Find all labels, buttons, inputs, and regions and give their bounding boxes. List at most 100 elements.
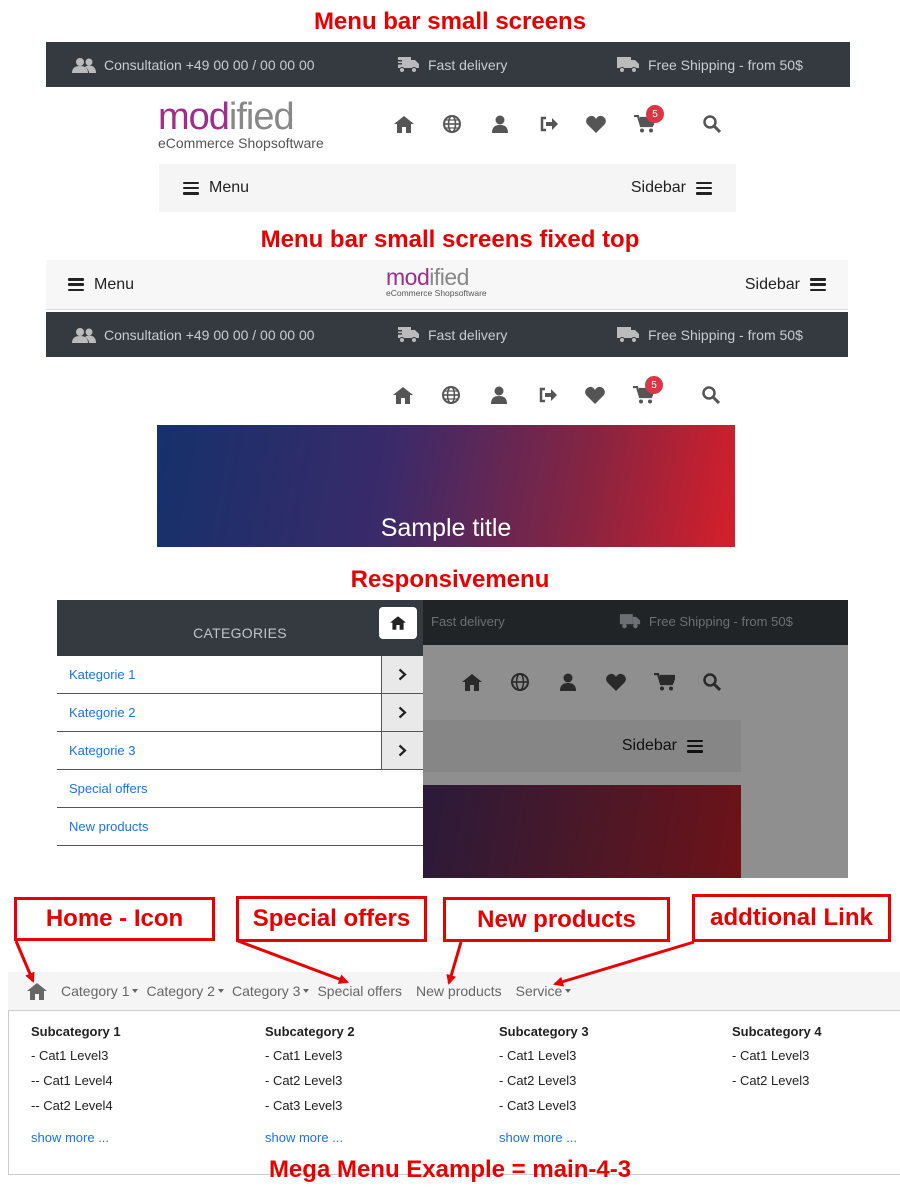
caret-down-icon bbox=[217, 989, 224, 993]
consultation-text: Consultation +49 00 00 / 00 00 00 bbox=[104, 56, 315, 73]
show-more-link[interactable]: show more ... bbox=[31, 1130, 121, 1145]
subcategory-link[interactable]: - Cat2 Level3 bbox=[732, 1073, 822, 1098]
subcategory-title[interactable]: Subcategory 2 bbox=[265, 1024, 355, 1039]
category-item[interactable]: Special offers bbox=[57, 770, 423, 808]
globe-icon bbox=[496, 673, 544, 691]
subcategory-link[interactable]: - Cat3 Level3 bbox=[265, 1098, 355, 1123]
heart-icon[interactable] bbox=[572, 115, 620, 133]
home-icon[interactable] bbox=[380, 115, 428, 133]
hamburger-icon bbox=[696, 181, 712, 195]
cart-icon[interactable]: 5 bbox=[620, 105, 668, 133]
logout-icon[interactable] bbox=[524, 116, 572, 132]
subcategory-link[interactable]: -- Cat1 Level4 bbox=[31, 1073, 121, 1098]
caret-down-icon bbox=[565, 989, 572, 993]
truck-icon bbox=[616, 56, 640, 73]
fast-delivery-text: Fast delivery bbox=[428, 56, 508, 73]
search-icon bbox=[688, 673, 736, 691]
caret-down-icon bbox=[132, 989, 139, 993]
fast-delivery-text: Fast delivery bbox=[431, 614, 505, 629]
search-icon[interactable] bbox=[687, 386, 735, 404]
logout-icon[interactable] bbox=[523, 387, 571, 403]
search-icon[interactable] bbox=[688, 115, 736, 133]
menu-button[interactable]: Menu bbox=[183, 179, 249, 197]
subcategory-title[interactable]: Subcategory 4 bbox=[732, 1024, 822, 1039]
home-icon bbox=[390, 616, 406, 630]
hamburger-icon bbox=[68, 278, 84, 291]
callout-additional-link: addtional Link bbox=[692, 894, 891, 942]
sidebar-button[interactable]: Sidebar bbox=[745, 276, 826, 294]
users-icon bbox=[72, 327, 96, 343]
panel-home-button[interactable] bbox=[379, 607, 417, 639]
free-shipping-item[interactable]: Free Shipping - from 50$ bbox=[616, 42, 803, 87]
menu-label: Menu bbox=[94, 275, 135, 293]
subcategory-link[interactable]: - Cat2 Level3 bbox=[265, 1073, 355, 1098]
categories-header: CATEGORIES bbox=[57, 600, 423, 656]
subcategory-link[interactable]: - Cat3 Level3 bbox=[499, 1098, 589, 1123]
subcategory-title[interactable]: Subcategory 1 bbox=[31, 1024, 121, 1039]
show-more-link[interactable]: show more ... bbox=[265, 1130, 355, 1145]
subcategory-link[interactable]: - Cat1 Level3 bbox=[265, 1048, 355, 1073]
free-shipping-text: Free Shipping - from 50$ bbox=[648, 326, 803, 343]
sidebar-button[interactable]: Sidebar bbox=[631, 179, 712, 197]
category-item[interactable]: Kategorie 3 bbox=[57, 732, 423, 770]
truck-fast-icon bbox=[396, 326, 420, 343]
home-icon[interactable] bbox=[27, 982, 47, 1000]
subcategory-link[interactable]: - Cat2 Level3 bbox=[499, 1073, 589, 1098]
mega-column-3: Subcategory 3 - Cat1 Level3 - Cat2 Level… bbox=[499, 1024, 589, 1145]
logo[interactable]: modified eCommerce Shopsoftware bbox=[158, 98, 324, 150]
mega-nav-bar: Category 1 Category 2 Category 3 Special… bbox=[8, 972, 900, 1010]
nav-category-3[interactable]: Category 3 bbox=[232, 983, 310, 999]
free-shipping-text: Free Shipping - from 50$ bbox=[648, 56, 803, 73]
category-label: Kategorie 3 bbox=[69, 743, 136, 758]
logo-small[interactable]: modified eCommerce Shopsoftware bbox=[386, 266, 487, 298]
small-menu-bar: Menu Sidebar bbox=[159, 164, 736, 212]
subcategory-link[interactable]: - Cat1 Level3 bbox=[732, 1048, 822, 1073]
overlay-icon-row bbox=[448, 672, 736, 692]
globe-icon[interactable] bbox=[427, 386, 475, 404]
user-icon[interactable] bbox=[475, 386, 523, 404]
fast-delivery-item[interactable]: Fast delivery bbox=[396, 42, 507, 87]
nav-category-2[interactable]: Category 2 bbox=[146, 983, 224, 999]
user-icon[interactable] bbox=[476, 115, 524, 133]
show-more-link[interactable]: show more ... bbox=[499, 1130, 589, 1145]
sidebar-label: Sidebar bbox=[744, 275, 800, 293]
mega-dropdown-panel: Subcategory 1 - Cat1 Level3 -- Cat1 Leve… bbox=[8, 1010, 900, 1175]
chevron-right-icon[interactable] bbox=[381, 732, 423, 769]
globe-icon[interactable] bbox=[428, 115, 476, 133]
consultation-item[interactable]: Consultation +49 00 00 / 00 00 00 bbox=[72, 42, 315, 87]
chevron-right-icon[interactable] bbox=[381, 694, 423, 731]
category-item[interactable]: Kategorie 1 bbox=[57, 656, 423, 694]
subcategory-link[interactable]: - Cat1 Level3 bbox=[31, 1048, 121, 1073]
callout-special-offers: Special offers bbox=[236, 896, 427, 942]
nav-category-1[interactable]: Category 1 bbox=[61, 983, 139, 999]
users-icon bbox=[72, 57, 96, 73]
truck-icon bbox=[616, 326, 640, 343]
menu-label: Menu bbox=[209, 179, 250, 196]
subcategory-link[interactable]: -- Cat2 Level4 bbox=[31, 1098, 121, 1123]
nav-new-products[interactable]: New products bbox=[416, 983, 502, 999]
chevron-right-icon[interactable] bbox=[381, 656, 423, 693]
category-item[interactable]: New products bbox=[57, 808, 423, 846]
subcategory-link[interactable]: - Cat1 Level3 bbox=[499, 1048, 589, 1073]
mega-column-1: Subcategory 1 - Cat1 Level3 -- Cat1 Leve… bbox=[31, 1024, 121, 1145]
home-icon[interactable] bbox=[379, 386, 427, 404]
category-item[interactable]: Kategorie 2 bbox=[57, 694, 423, 732]
consultation-item[interactable]: Consultation +49 00 00 / 00 00 00 bbox=[72, 312, 315, 357]
nav-special-offers[interactable]: Special offers bbox=[317, 983, 402, 999]
callout-new-products: New products bbox=[443, 897, 670, 942]
cart-icon[interactable]: 5 bbox=[619, 376, 667, 404]
nav-service[interactable]: Service bbox=[516, 983, 572, 999]
top-info-bar: Consultation +49 00 00 / 00 00 00 Fast d… bbox=[46, 42, 850, 87]
menu-button[interactable]: Menu bbox=[68, 276, 134, 294]
fast-delivery-item[interactable]: Fast delivery bbox=[396, 312, 507, 357]
hero-banner[interactable]: Sample title bbox=[157, 425, 735, 547]
free-shipping-item[interactable]: Free Shipping - from 50$ bbox=[616, 312, 803, 357]
hamburger-icon bbox=[183, 181, 199, 195]
logo-subtitle: eCommerce Shopsoftware bbox=[386, 288, 487, 298]
subcategory-title[interactable]: Subcategory 3 bbox=[499, 1024, 589, 1039]
top-info-bar: Consultation +49 00 00 / 00 00 00 Fast d… bbox=[46, 312, 848, 357]
heart-icon[interactable] bbox=[571, 386, 619, 404]
truck-fast-icon bbox=[396, 56, 420, 73]
user-icon bbox=[544, 673, 592, 691]
fast-delivery-text: Fast delivery bbox=[428, 326, 508, 343]
